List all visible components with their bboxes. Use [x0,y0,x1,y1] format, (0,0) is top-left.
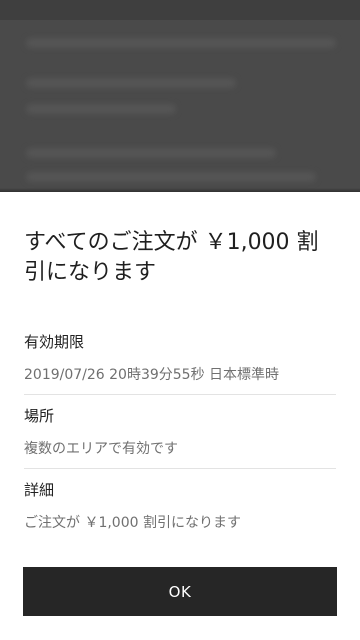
location-label: 場所 [24,407,55,425]
expiry-label: 有効期限 [24,333,85,351]
details-section: 詳細 ご注文が ￥1,000 割引になります [24,480,336,533]
blurred-content [26,148,276,158]
location-section: 場所 複数のエリアで有効です [24,406,336,459]
details-label: 詳細 [24,481,55,499]
promo-bottom-sheet: すべてのご注文が ￥1,000 割引になります 有効期限 2019/07/26 … [0,192,360,640]
blurred-content [26,104,176,114]
blurred-content [26,172,316,182]
blurred-content [26,78,236,88]
location-value: 複数のエリアで有効です [24,441,178,457]
status-bar [0,0,360,20]
blurred-content [26,38,336,48]
promo-title: すべてのご注文が ￥1,000 割引になります [24,230,319,285]
ok-button[interactable]: OK [23,567,337,616]
dimmed-background[interactable] [0,0,360,192]
expiry-value: 2019/07/26 20時39分55秒 日本標準時 [24,367,280,383]
expiry-section: 有効期限 2019/07/26 20時39分55秒 日本標準時 [24,332,336,385]
details-value: ご注文が ￥1,000 割引になります [24,515,241,531]
divider [24,468,336,469]
divider [24,394,336,395]
